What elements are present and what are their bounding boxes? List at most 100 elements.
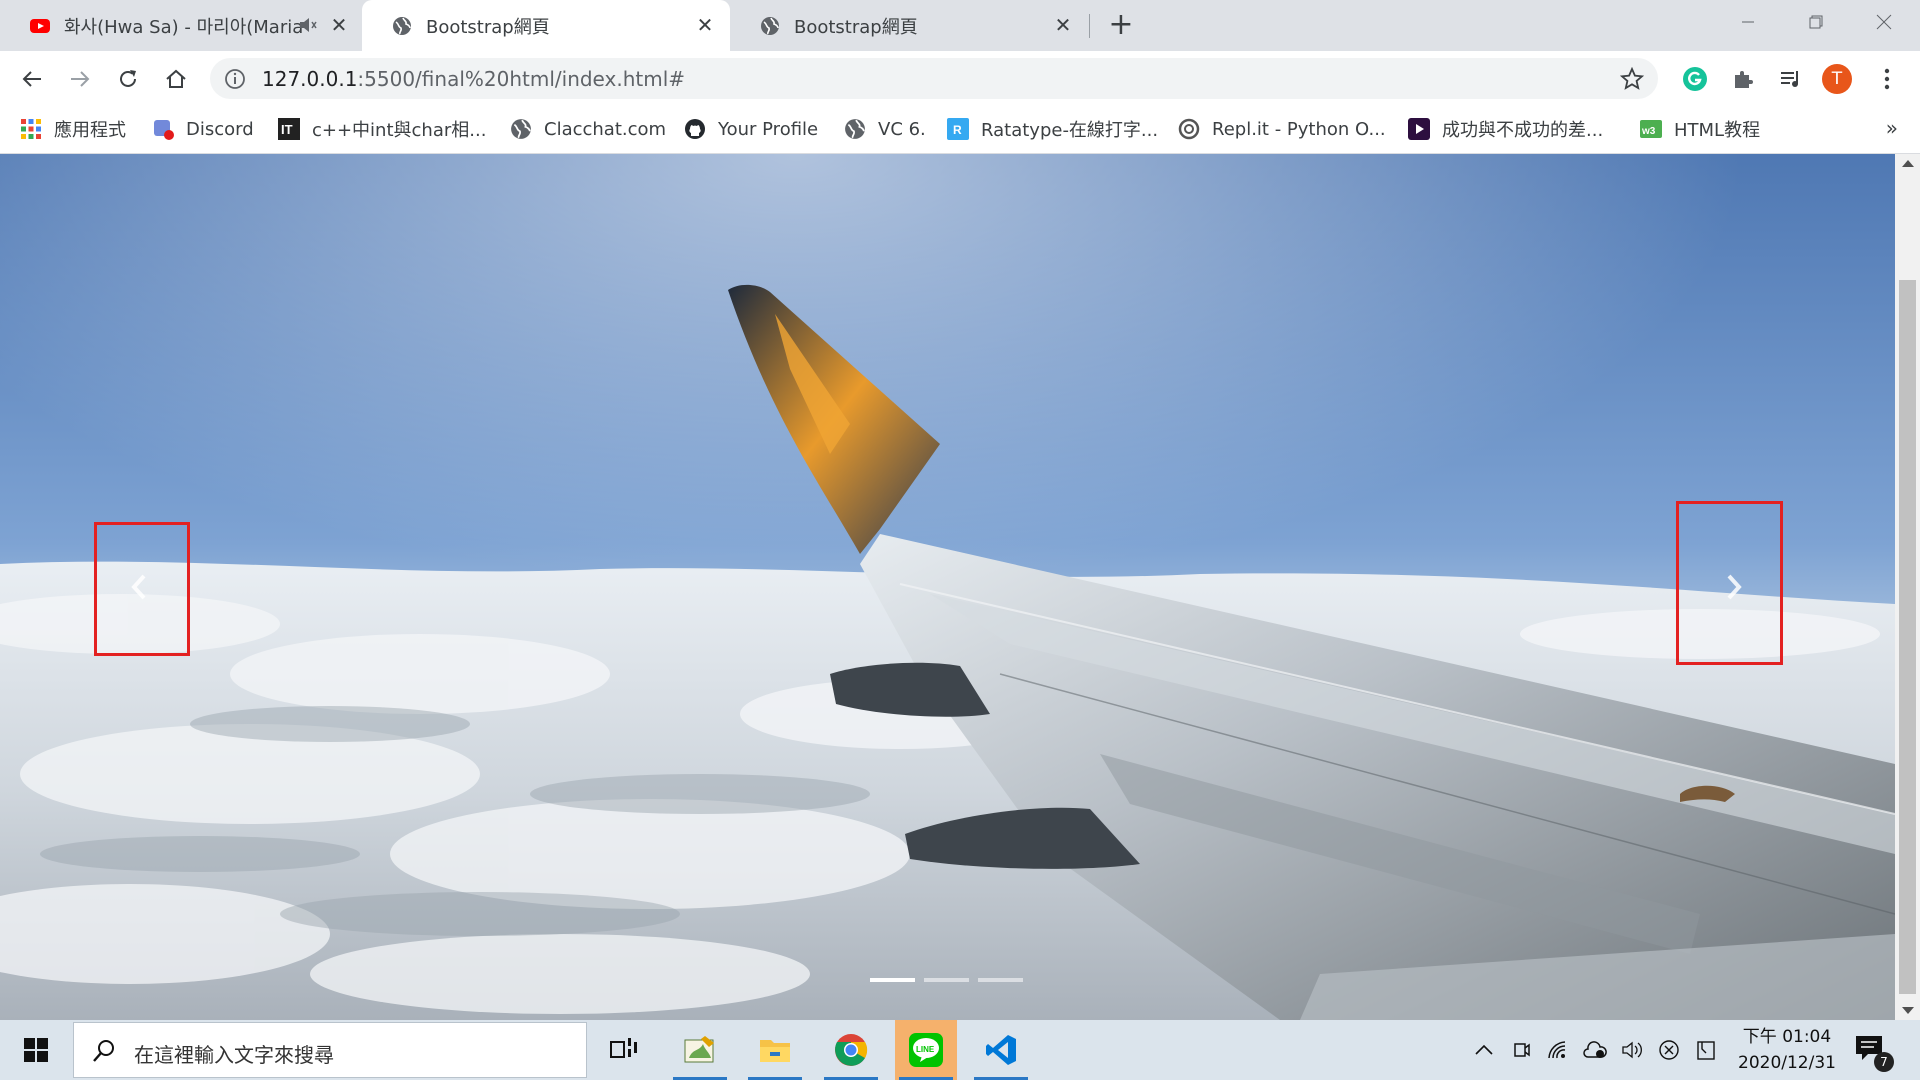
show-hidden-icons-button[interactable] (1472, 1038, 1496, 1062)
volume-icon (1622, 1041, 1642, 1059)
start-button[interactable] (0, 1020, 72, 1080)
tray-status[interactable] (1657, 1038, 1681, 1062)
close-tab-icon[interactable]: ✕ (694, 14, 716, 36)
tray-clipboard[interactable] (1694, 1038, 1718, 1062)
vscode-icon (986, 1035, 1016, 1065)
speaker-muted-icon[interactable] (298, 15, 318, 35)
bookmark-html-tutorial[interactable]: w3 HTML教程 (1640, 114, 1760, 144)
taskbar-chrome[interactable] (820, 1020, 882, 1080)
taskbar-search-input[interactable]: 在這裡輸入文字來搜尋 (73, 1022, 587, 1078)
bookmark-discord[interactable]: Discord (152, 114, 254, 144)
highlight-box-prev (94, 522, 190, 656)
carousel-indicator-2[interactable] (924, 978, 969, 982)
page-scrollbar[interactable] (1895, 154, 1920, 1020)
bookmarks-overflow-button[interactable]: » (1886, 116, 1898, 140)
bookmark-video[interactable]: 成功與不成功的差... (1408, 114, 1603, 144)
carousel-indicator-1[interactable] (870, 978, 915, 982)
ratatype-icon: R (947, 118, 969, 140)
grammarly-icon (1683, 67, 1707, 91)
task-view-icon (610, 1038, 637, 1058)
info-icon[interactable] (224, 68, 246, 90)
more-vert-icon (1884, 68, 1890, 90)
tray-onedrive[interactable] (1583, 1038, 1607, 1062)
clock-time: 下午 01:04 (1742, 1027, 1832, 1047)
svg-text:IT: IT (281, 122, 293, 137)
apps-grid-icon (21, 119, 41, 139)
task-view-button[interactable] (593, 1020, 655, 1080)
paint-app-icon (684, 1036, 714, 1063)
bookmark-your-profile[interactable]: Your Profile (684, 114, 818, 144)
grammarly-extension-button[interactable] (1680, 64, 1710, 94)
minimize-button[interactable] (1714, 0, 1782, 44)
browser-toolbar: 127.0.0.1:5500/final%20html/index.html# … (0, 51, 1920, 106)
svg-text:LINE: LINE (916, 1045, 935, 1054)
bookmark-label: c++中int與char相... (312, 120, 487, 141)
clipboard-icon (1697, 1041, 1715, 1060)
bookmark-replit[interactable]: Repl.it - Python O... (1178, 114, 1386, 144)
bookmark-label: 成功與不成功的差... (1442, 120, 1604, 141)
url-text[interactable]: 127.0.0.1:5500/final%20html/index.html# (262, 67, 685, 91)
carousel-indicators (870, 978, 1023, 982)
action-center-button[interactable]: 7 (1854, 1034, 1894, 1072)
bookmark-ithome[interactable]: IT c++中int與char相... (278, 114, 486, 144)
tab-separator (1089, 14, 1090, 38)
taskbar-vscode[interactable] (970, 1020, 1032, 1080)
bookmark-ratatype[interactable]: R Ratatype-在線打字... (947, 114, 1158, 144)
chrome-icon (835, 1034, 868, 1066)
scroll-down-icon[interactable] (1902, 1007, 1914, 1014)
bookmark-clacchat[interactable]: Clacchat.com (510, 114, 666, 144)
tab-youtube[interactable]: 화사(Hwa Sa) - 마리아(Maria ✕ (0, 0, 364, 51)
tab-bootstrap-active[interactable]: Bootstrap網頁 ✕ (362, 0, 730, 51)
reload-icon (120, 70, 136, 87)
tab-bootstrap[interactable]: Bootstrap網頁 ✕ (730, 0, 1088, 51)
bookmark-label: Ratatype-在線打字... (981, 120, 1159, 141)
tab-title: 화사(Hwa Sa) - 마리아(Maria (64, 16, 304, 38)
tray-network[interactable] (1546, 1038, 1570, 1062)
tray-meet-now[interactable] (1510, 1038, 1534, 1062)
back-button[interactable] (16, 63, 48, 95)
w3-icon: w3 (1640, 120, 1662, 138)
back-arrow-icon (22, 71, 41, 87)
taskbar-paint-app[interactable] (669, 1020, 731, 1080)
address-bar[interactable]: 127.0.0.1:5500/final%20html/index.html# (210, 58, 1658, 99)
media-control-button[interactable] (1776, 64, 1806, 94)
line-app-icon: LINE (909, 1033, 943, 1067)
scroll-up-icon[interactable] (1902, 160, 1914, 167)
reload-button[interactable] (112, 63, 144, 95)
taskbar-line[interactable]: LINE (895, 1020, 957, 1080)
close-tab-icon[interactable]: ✕ (328, 14, 350, 36)
close-window-button[interactable] (1850, 0, 1918, 44)
bookmark-star-icon[interactable] (1620, 67, 1644, 91)
globe-icon (511, 119, 531, 139)
tray-volume[interactable] (1620, 1038, 1644, 1062)
close-tab-icon[interactable]: ✕ (1052, 14, 1074, 36)
menu-button[interactable] (1872, 64, 1902, 94)
svg-text:w3: w3 (1641, 126, 1656, 137)
youtube-icon (30, 18, 50, 33)
windows-logo-icon (24, 1038, 48, 1062)
tab-strip: 화사(Hwa Sa) - 마리아(Maria ✕ Bootstrap網頁 ✕ B… (0, 0, 1920, 51)
forward-arrow-icon (71, 71, 90, 87)
extensions-button[interactable] (1728, 64, 1758, 94)
bookmark-label: HTML教程 (1674, 120, 1761, 141)
taskbar-clock[interactable]: 下午 01:04 2020/12/31 (1728, 1024, 1846, 1076)
forward-button[interactable] (64, 63, 96, 95)
profile-avatar[interactable]: T (1822, 64, 1852, 94)
minimize-icon (1742, 21, 1754, 23)
bookmark-label: Clacchat.com (544, 118, 667, 140)
windows-taskbar: 在這裡輸入文字來搜尋 LINE 下午 01:04 2020/12/31 7 (0, 1020, 1920, 1080)
bookmark-vc6[interactable]: VC 6. (844, 114, 926, 144)
taskbar-file-explorer[interactable] (744, 1020, 806, 1080)
restore-button[interactable] (1782, 0, 1850, 44)
carousel-indicator-3[interactable] (978, 978, 1023, 982)
home-button[interactable] (160, 63, 192, 95)
scrollbar-thumb[interactable] (1899, 280, 1916, 994)
bookmark-label: Discord (186, 118, 254, 140)
page-viewport (0, 154, 1895, 1020)
globe-icon (393, 16, 411, 35)
bookmark-apps[interactable]: 應用程式 (20, 114, 126, 144)
bookmarks-bar: 應用程式 Discord IT c++中int與char相... Claccha… (0, 106, 1920, 154)
ithome-icon: IT (278, 118, 300, 140)
url-path: :5500/final%20html/index.html# (357, 67, 686, 91)
new-tab-button[interactable]: + (1105, 10, 1137, 42)
